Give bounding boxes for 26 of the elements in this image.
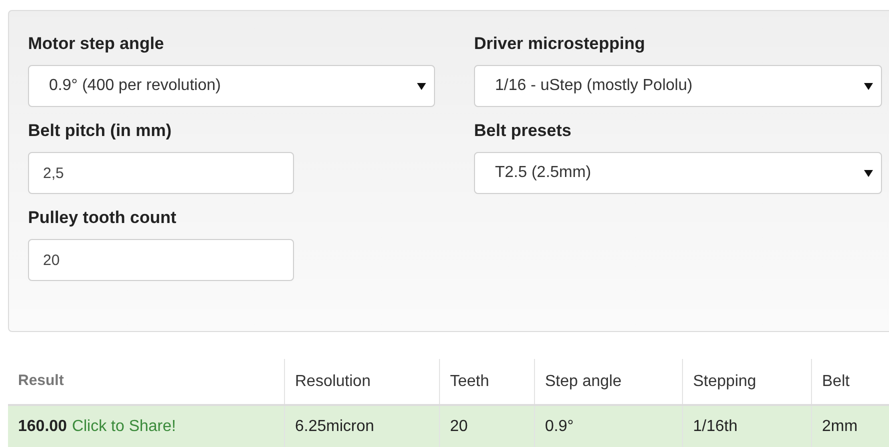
field-label: Belt presets [474,120,572,142]
caret-icon [864,82,873,90]
field-label: Pulley tooth count [28,207,176,229]
dropdown[interactable]: 0.9° (400 per revolution) [28,65,435,107]
column-header: Resolution [295,372,371,392]
table-cell-text: 6.25micron [295,417,374,437]
column-header: Step angle [545,372,622,392]
field-label: Belt pitch (in mm) [28,120,172,142]
table-cell-text: 2mm [822,417,858,437]
dropdown[interactable]: 1/16 - uStep (mostly Pololu) [474,65,882,107]
caret-icon [864,170,873,176]
table-cell-text: 0.9° [545,417,574,437]
input-field[interactable]: 2,5 [28,152,294,194]
table-cell-text: 1/16th [693,417,738,437]
column-header: Belt [822,372,850,392]
result-value: 160.00 [18,417,67,437]
dropdown[interactable]: T2.5 (2.5mm) [474,152,882,194]
column-header: Stepping [693,372,756,392]
column-header: Result [18,371,64,392]
column-header: Teeth [450,372,490,392]
caret-icon [417,82,426,90]
table-cell-text: 20 [450,417,468,437]
field-label: Motor step angle [28,33,164,55]
share-link[interactable]: Click to Share! [72,415,176,439]
field-label: Driver microstepping [474,33,645,55]
input-field[interactable]: 20 [28,239,294,281]
